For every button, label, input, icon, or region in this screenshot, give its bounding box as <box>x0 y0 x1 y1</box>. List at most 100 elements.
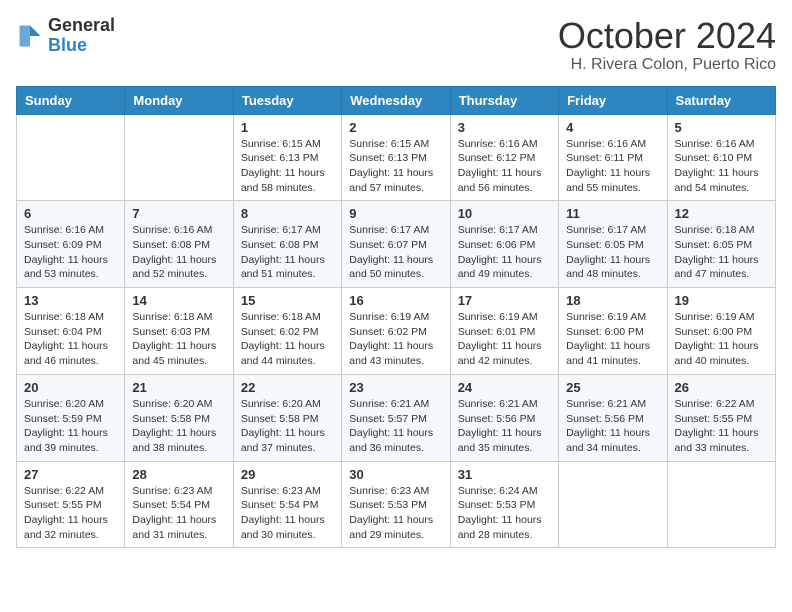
day-number: 18 <box>566 293 659 308</box>
cell-info: Sunrise: 6:21 AM Sunset: 5:57 PM Dayligh… <box>349 397 442 456</box>
day-number: 19 <box>675 293 768 308</box>
calendar-cell: 31 Sunrise: 6:24 AM Sunset: 5:53 PM Dayli… <box>450 461 558 548</box>
logo-icon <box>16 22 44 50</box>
day-number: 16 <box>349 293 442 308</box>
day-number: 3 <box>458 120 551 135</box>
cell-info: Sunrise: 6:21 AM Sunset: 5:56 PM Dayligh… <box>458 397 551 456</box>
cell-info: Sunrise: 6:19 AM Sunset: 6:00 PM Dayligh… <box>566 310 659 369</box>
location-title: H. Rivera Colon, Puerto Rico <box>558 56 776 74</box>
cell-info: Sunrise: 6:15 AM Sunset: 6:13 PM Dayligh… <box>241 137 334 196</box>
calendar-cell: 15 Sunrise: 6:18 AM Sunset: 6:02 PM Dayli… <box>233 288 341 375</box>
calendar-cell: 4 Sunrise: 6:16 AM Sunset: 6:11 PM Daylig… <box>559 114 667 201</box>
cell-info: Sunrise: 6:23 AM Sunset: 5:54 PM Dayligh… <box>132 484 225 543</box>
cell-info: Sunrise: 6:22 AM Sunset: 5:55 PM Dayligh… <box>675 397 768 456</box>
calendar-cell: 1Sunrise: 6:15 AM Sunset: 6:13 PM Daylig… <box>233 114 341 201</box>
day-number: 25 <box>566 380 659 395</box>
day-number: 20 <box>24 380 117 395</box>
day-number: 7 <box>132 206 225 221</box>
day-number: 31 <box>458 467 551 482</box>
page-header: General Blue October 2024 H. Rivera Colo… <box>16 16 776 74</box>
calendar-cell: 20 Sunrise: 6:20 AM Sunset: 5:59 PM Dayli… <box>17 374 125 461</box>
title-section: October 2024 H. Rivera Colon, Puerto Ric… <box>558 16 776 74</box>
cell-info: Sunrise: 6:19 AM Sunset: 6:00 PM Dayligh… <box>675 310 768 369</box>
cell-info: Sunrise: 6:21 AM Sunset: 5:56 PM Dayligh… <box>566 397 659 456</box>
day-number: 29 <box>241 467 334 482</box>
calendar-cell: 22 Sunrise: 6:20 AM Sunset: 5:58 PM Dayli… <box>233 374 341 461</box>
cell-info: Sunrise: 6:20 AM Sunset: 5:58 PM Dayligh… <box>132 397 225 456</box>
cell-info: Sunrise: 6:22 AM Sunset: 5:55 PM Dayligh… <box>24 484 117 543</box>
day-header-thursday: Thursday <box>450 86 558 114</box>
calendar-week-row: 20 Sunrise: 6:20 AM Sunset: 5:59 PM Dayli… <box>17 374 776 461</box>
calendar-cell: 25 Sunrise: 6:21 AM Sunset: 5:56 PM Dayli… <box>559 374 667 461</box>
cell-info: Sunrise: 6:17 AM Sunset: 6:07 PM Dayligh… <box>349 223 442 282</box>
cell-info: Sunrise: 6:23 AM Sunset: 5:54 PM Dayligh… <box>241 484 334 543</box>
calendar-cell: 10Sunrise: 6:17 AM Sunset: 6:06 PM Dayli… <box>450 201 558 288</box>
day-header-tuesday: Tuesday <box>233 86 341 114</box>
day-header-saturday: Saturday <box>667 86 775 114</box>
calendar-week-row: 27Sunrise: 6:22 AM Sunset: 5:55 PM Dayli… <box>17 461 776 548</box>
calendar-cell: 26 Sunrise: 6:22 AM Sunset: 5:55 PM Dayli… <box>667 374 775 461</box>
calendar-cell: 7 Sunrise: 6:16 AM Sunset: 6:08 PM Daylig… <box>125 201 233 288</box>
day-header-wednesday: Wednesday <box>342 86 450 114</box>
cell-info: Sunrise: 6:15 AM Sunset: 6:13 PM Dayligh… <box>349 137 442 196</box>
day-number: 14 <box>132 293 225 308</box>
day-number: 15 <box>241 293 334 308</box>
calendar-cell: 30Sunrise: 6:23 AM Sunset: 5:53 PM Dayli… <box>342 461 450 548</box>
calendar-cell: 5 Sunrise: 6:16 AM Sunset: 6:10 PM Daylig… <box>667 114 775 201</box>
calendar-cell: 2Sunrise: 6:15 AM Sunset: 6:13 PM Daylig… <box>342 114 450 201</box>
day-number: 23 <box>349 380 442 395</box>
logo: General Blue <box>16 16 115 56</box>
calendar-cell: 21Sunrise: 6:20 AM Sunset: 5:58 PM Dayli… <box>125 374 233 461</box>
calendar-cell: 3 Sunrise: 6:16 AM Sunset: 6:12 PM Daylig… <box>450 114 558 201</box>
cell-info: Sunrise: 6:16 AM Sunset: 6:10 PM Dayligh… <box>675 137 768 196</box>
cell-info: Sunrise: 6:16 AM Sunset: 6:11 PM Dayligh… <box>566 137 659 196</box>
cell-info: Sunrise: 6:16 AM Sunset: 6:08 PM Dayligh… <box>132 223 225 282</box>
logo-blue: Blue <box>48 36 115 56</box>
day-number: 30 <box>349 467 442 482</box>
day-number: 26 <box>675 380 768 395</box>
day-number: 24 <box>458 380 551 395</box>
calendar-week-row: 6Sunrise: 6:16 AM Sunset: 6:09 PM Daylig… <box>17 201 776 288</box>
logo-text: General Blue <box>48 16 115 56</box>
cell-info: Sunrise: 6:18 AM Sunset: 6:02 PM Dayligh… <box>241 310 334 369</box>
cell-info: Sunrise: 6:17 AM Sunset: 6:05 PM Dayligh… <box>566 223 659 282</box>
day-number: 9 <box>349 206 442 221</box>
calendar-cell: 8Sunrise: 6:17 AM Sunset: 6:08 PM Daylig… <box>233 201 341 288</box>
cell-info: Sunrise: 6:20 AM Sunset: 5:58 PM Dayligh… <box>241 397 334 456</box>
calendar-cell: 23 Sunrise: 6:21 AM Sunset: 5:57 PM Dayli… <box>342 374 450 461</box>
calendar-cell: 11Sunrise: 6:17 AM Sunset: 6:05 PM Dayli… <box>559 201 667 288</box>
cell-info: Sunrise: 6:16 AM Sunset: 6:12 PM Dayligh… <box>458 137 551 196</box>
day-number: 10 <box>458 206 551 221</box>
logo-general: General <box>48 16 115 36</box>
calendar-week-row: 13Sunrise: 6:18 AM Sunset: 6:04 PM Dayli… <box>17 288 776 375</box>
cell-info: Sunrise: 6:24 AM Sunset: 5:53 PM Dayligh… <box>458 484 551 543</box>
cell-info: Sunrise: 6:18 AM Sunset: 6:05 PM Dayligh… <box>675 223 768 282</box>
day-number: 12 <box>675 206 768 221</box>
calendar-cell <box>559 461 667 548</box>
calendar-cell: 13Sunrise: 6:18 AM Sunset: 6:04 PM Dayli… <box>17 288 125 375</box>
calendar-cell: 29 Sunrise: 6:23 AM Sunset: 5:54 PM Dayli… <box>233 461 341 548</box>
calendar-cell <box>667 461 775 548</box>
cell-info: Sunrise: 6:17 AM Sunset: 6:08 PM Dayligh… <box>241 223 334 282</box>
calendar-cell: 14 Sunrise: 6:18 AM Sunset: 6:03 PM Dayli… <box>125 288 233 375</box>
calendar-cell <box>125 114 233 201</box>
cell-info: Sunrise: 6:19 AM Sunset: 6:02 PM Dayligh… <box>349 310 442 369</box>
calendar-cell <box>17 114 125 201</box>
day-number: 22 <box>241 380 334 395</box>
day-header-friday: Friday <box>559 86 667 114</box>
calendar-table: SundayMondayTuesdayWednesdayThursdayFrid… <box>16 86 776 549</box>
calendar-cell: 12 Sunrise: 6:18 AM Sunset: 6:05 PM Dayli… <box>667 201 775 288</box>
day-number: 17 <box>458 293 551 308</box>
calendar-cell: 27Sunrise: 6:22 AM Sunset: 5:55 PM Dayli… <box>17 461 125 548</box>
day-number: 4 <box>566 120 659 135</box>
calendar-week-row: 1Sunrise: 6:15 AM Sunset: 6:13 PM Daylig… <box>17 114 776 201</box>
calendar-cell: 24 Sunrise: 6:21 AM Sunset: 5:56 PM Dayli… <box>450 374 558 461</box>
cell-info: Sunrise: 6:16 AM Sunset: 6:09 PM Dayligh… <box>24 223 117 282</box>
month-title: October 2024 <box>558 16 776 56</box>
cell-info: Sunrise: 6:19 AM Sunset: 6:01 PM Dayligh… <box>458 310 551 369</box>
calendar-cell: 9 Sunrise: 6:17 AM Sunset: 6:07 PM Daylig… <box>342 201 450 288</box>
cell-info: Sunrise: 6:18 AM Sunset: 6:03 PM Dayligh… <box>132 310 225 369</box>
day-number: 5 <box>675 120 768 135</box>
calendar-header-row: SundayMondayTuesdayWednesdayThursdayFrid… <box>17 86 776 114</box>
cell-info: Sunrise: 6:20 AM Sunset: 5:59 PM Dayligh… <box>24 397 117 456</box>
